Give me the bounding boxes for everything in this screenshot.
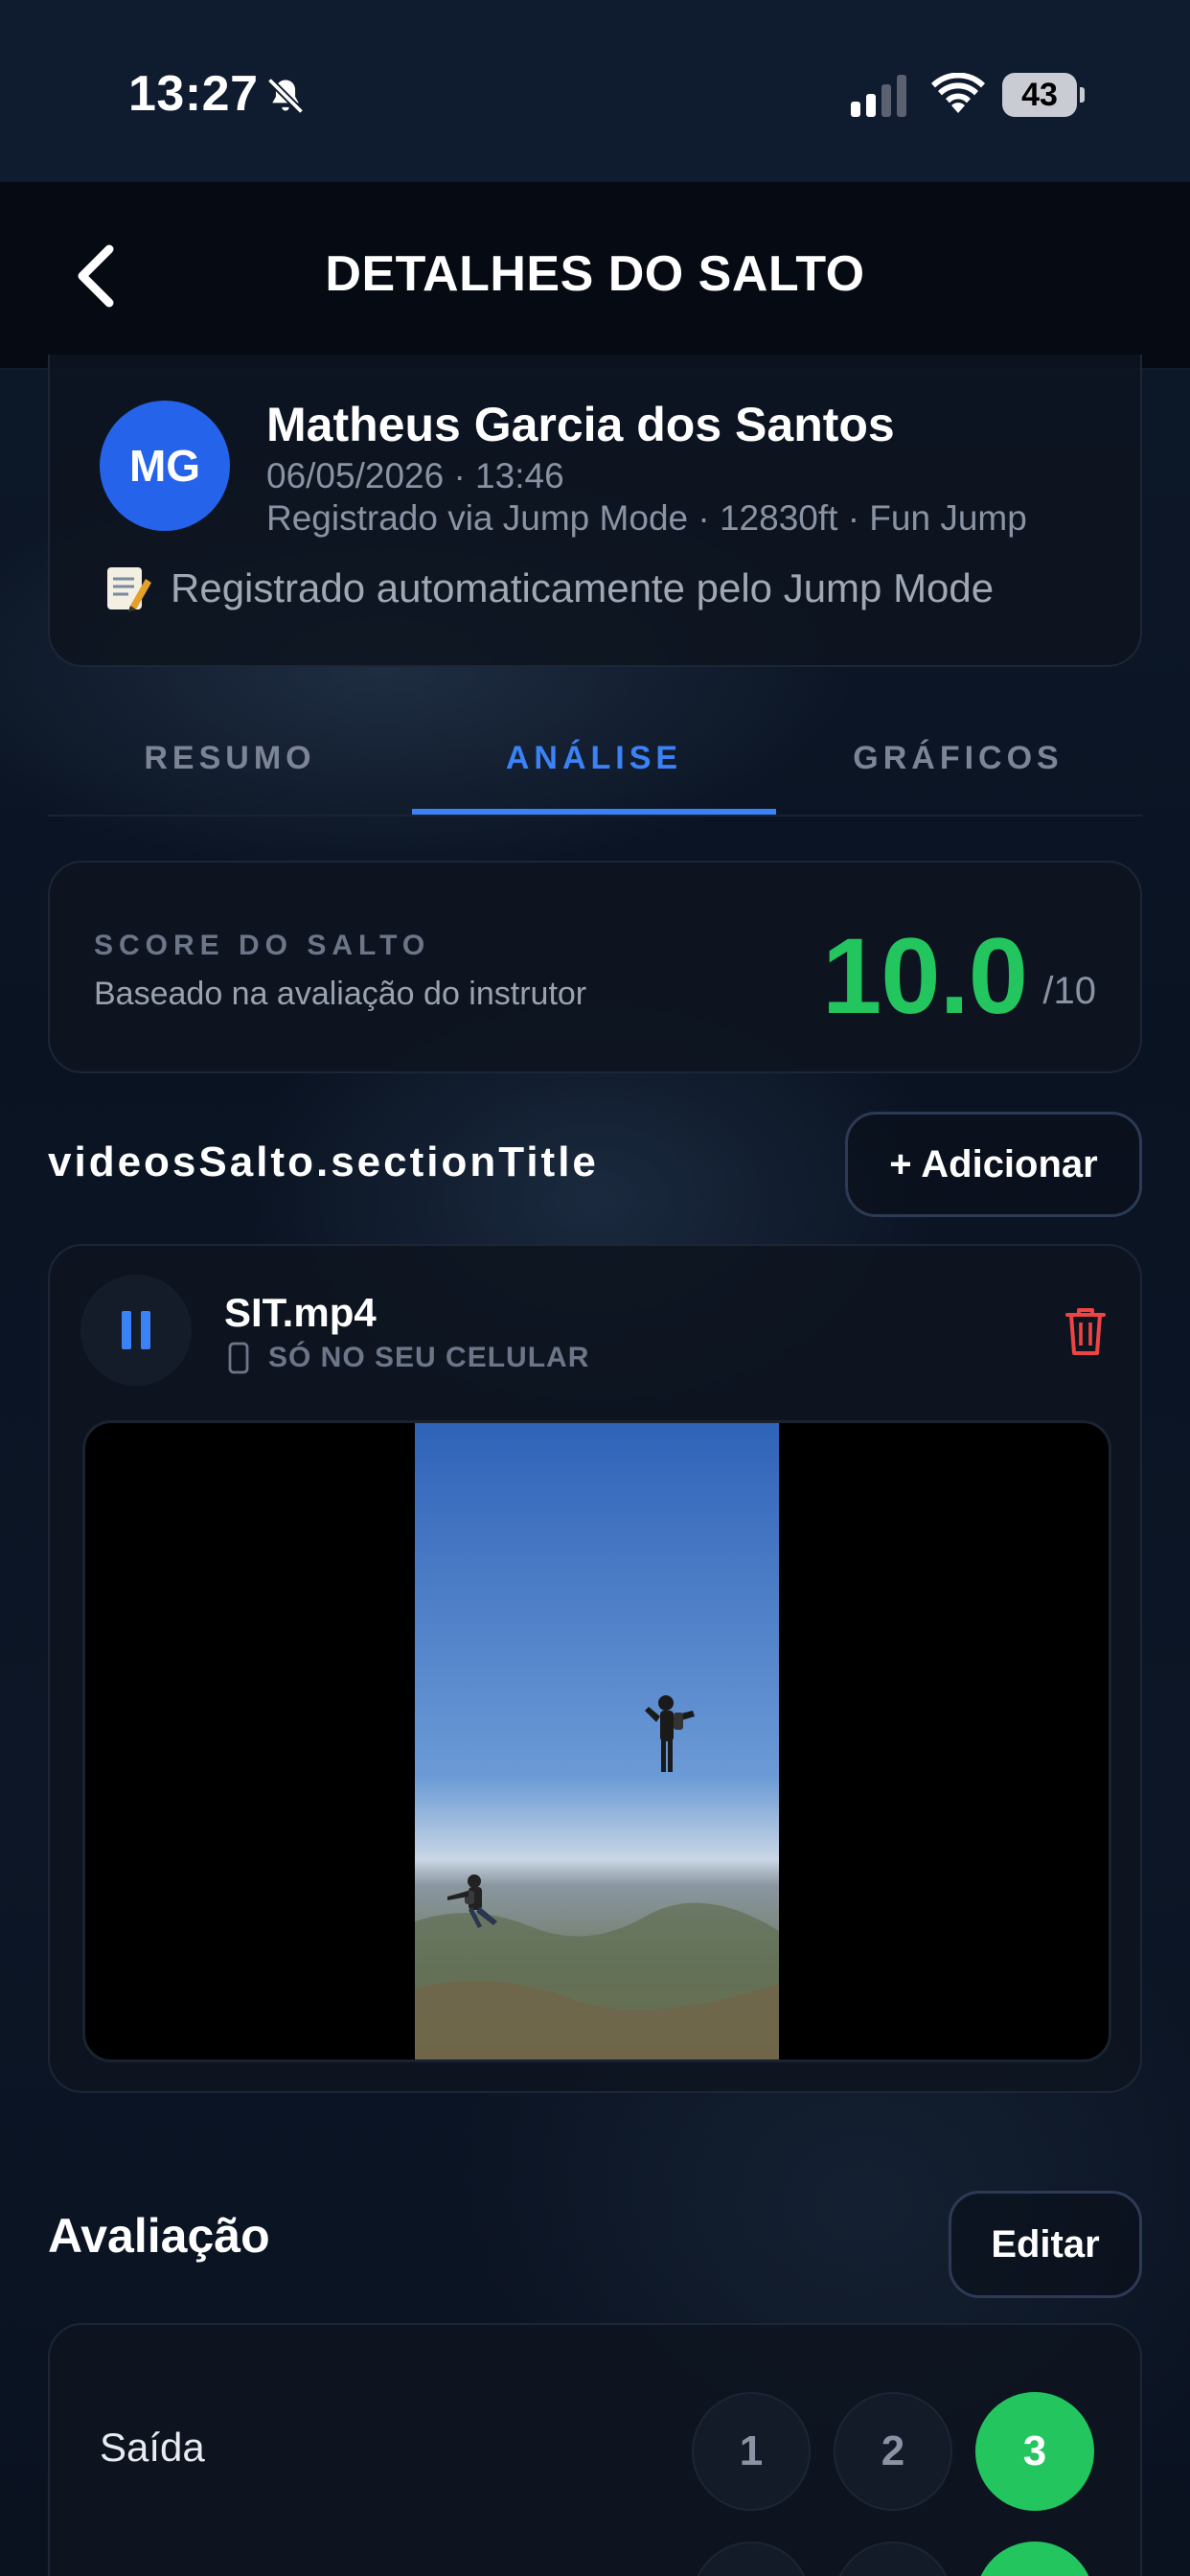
eval-option-next-2[interactable] xyxy=(834,2542,952,2576)
pause-icon xyxy=(122,1311,150,1349)
jump-note-text: Registrado automaticamente pelo Jump Mod… xyxy=(171,565,995,610)
bell-slash-icon xyxy=(266,77,305,115)
tab-analise[interactable]: ANÁLISE xyxy=(412,740,776,777)
score-max: /10 xyxy=(1042,970,1096,1012)
trash-icon[interactable] xyxy=(1064,1305,1108,1357)
score-subtitle: Baseado na avaliação do instrutor xyxy=(94,976,587,1012)
memo-icon xyxy=(107,567,151,611)
active-tab-indicator xyxy=(412,809,776,815)
video-file-name: SIT.mp4 xyxy=(224,1290,377,1335)
tab-graficos[interactable]: GRÁFICOS xyxy=(776,740,1140,777)
phone-icon xyxy=(228,1342,249,1374)
status-bar: 13:27 43 xyxy=(0,0,1190,182)
status-time: 13:27 xyxy=(128,66,259,122)
edit-button[interactable]: Editar xyxy=(949,2191,1142,2298)
eval-option-3[interactable]: 3 xyxy=(975,2392,1094,2511)
tab-resumo[interactable]: RESUMO xyxy=(48,740,412,777)
battery-level: 43 xyxy=(1002,73,1077,117)
video-frame xyxy=(415,1423,779,2059)
jump-note: Registrado automaticamente pelo Jump Mod… xyxy=(103,564,994,613)
video-player[interactable] xyxy=(82,1420,1111,2062)
app-header: DETALHES DO SALTO xyxy=(0,182,1190,370)
jump-date: 06/05/2026 · 13:46 xyxy=(266,456,564,495)
wifi-icon xyxy=(931,73,985,113)
score-card: SCORE DO SALTO Baseado na avaliação do i… xyxy=(48,861,1142,1073)
page-title: DETALHES DO SALTO xyxy=(325,246,865,302)
avatar: MG xyxy=(100,401,230,531)
pause-button[interactable] xyxy=(80,1275,192,1386)
video-storage-text: SÓ NO SEU CELULAR xyxy=(268,1342,590,1373)
score-value: 10.0 xyxy=(822,916,1028,1036)
add-video-button[interactable]: + Adicionar xyxy=(845,1112,1142,1217)
jump-info-card: MG Matheus Garcia dos Santos 06/05/2026 … xyxy=(48,355,1142,667)
video-storage-status: SÓ NO SEU CELULAR xyxy=(228,1342,589,1374)
jump-meta: Registrado via Jump Mode · 12830ft · Fun… xyxy=(266,498,1027,538)
jumper-name: Matheus Garcia dos Santos xyxy=(266,398,895,451)
eval-row-label: Saída xyxy=(100,2425,205,2470)
videos-section-title: videosSalto.sectionTitle xyxy=(48,1138,599,1185)
score-label: SCORE DO SALTO xyxy=(94,930,431,961)
eval-option-next-3[interactable] xyxy=(975,2542,1094,2576)
battery-icon: 43 xyxy=(1002,73,1085,117)
video-card: SIT.mp4 SÓ NO SEU CELULAR xyxy=(48,1244,1142,2093)
eval-option-next-1[interactable] xyxy=(692,2542,811,2576)
eval-option-2[interactable]: 2 xyxy=(834,2392,952,2511)
evaluation-card: Saída 1 2 3 xyxy=(48,2323,1142,2576)
tab-bar: RESUMO ANÁLISE GRÁFICOS xyxy=(48,709,1142,816)
evaluation-title: Avaliação xyxy=(48,2209,270,2263)
eval-option-1[interactable]: 1 xyxy=(692,2392,811,2511)
signal-icon xyxy=(851,75,906,117)
